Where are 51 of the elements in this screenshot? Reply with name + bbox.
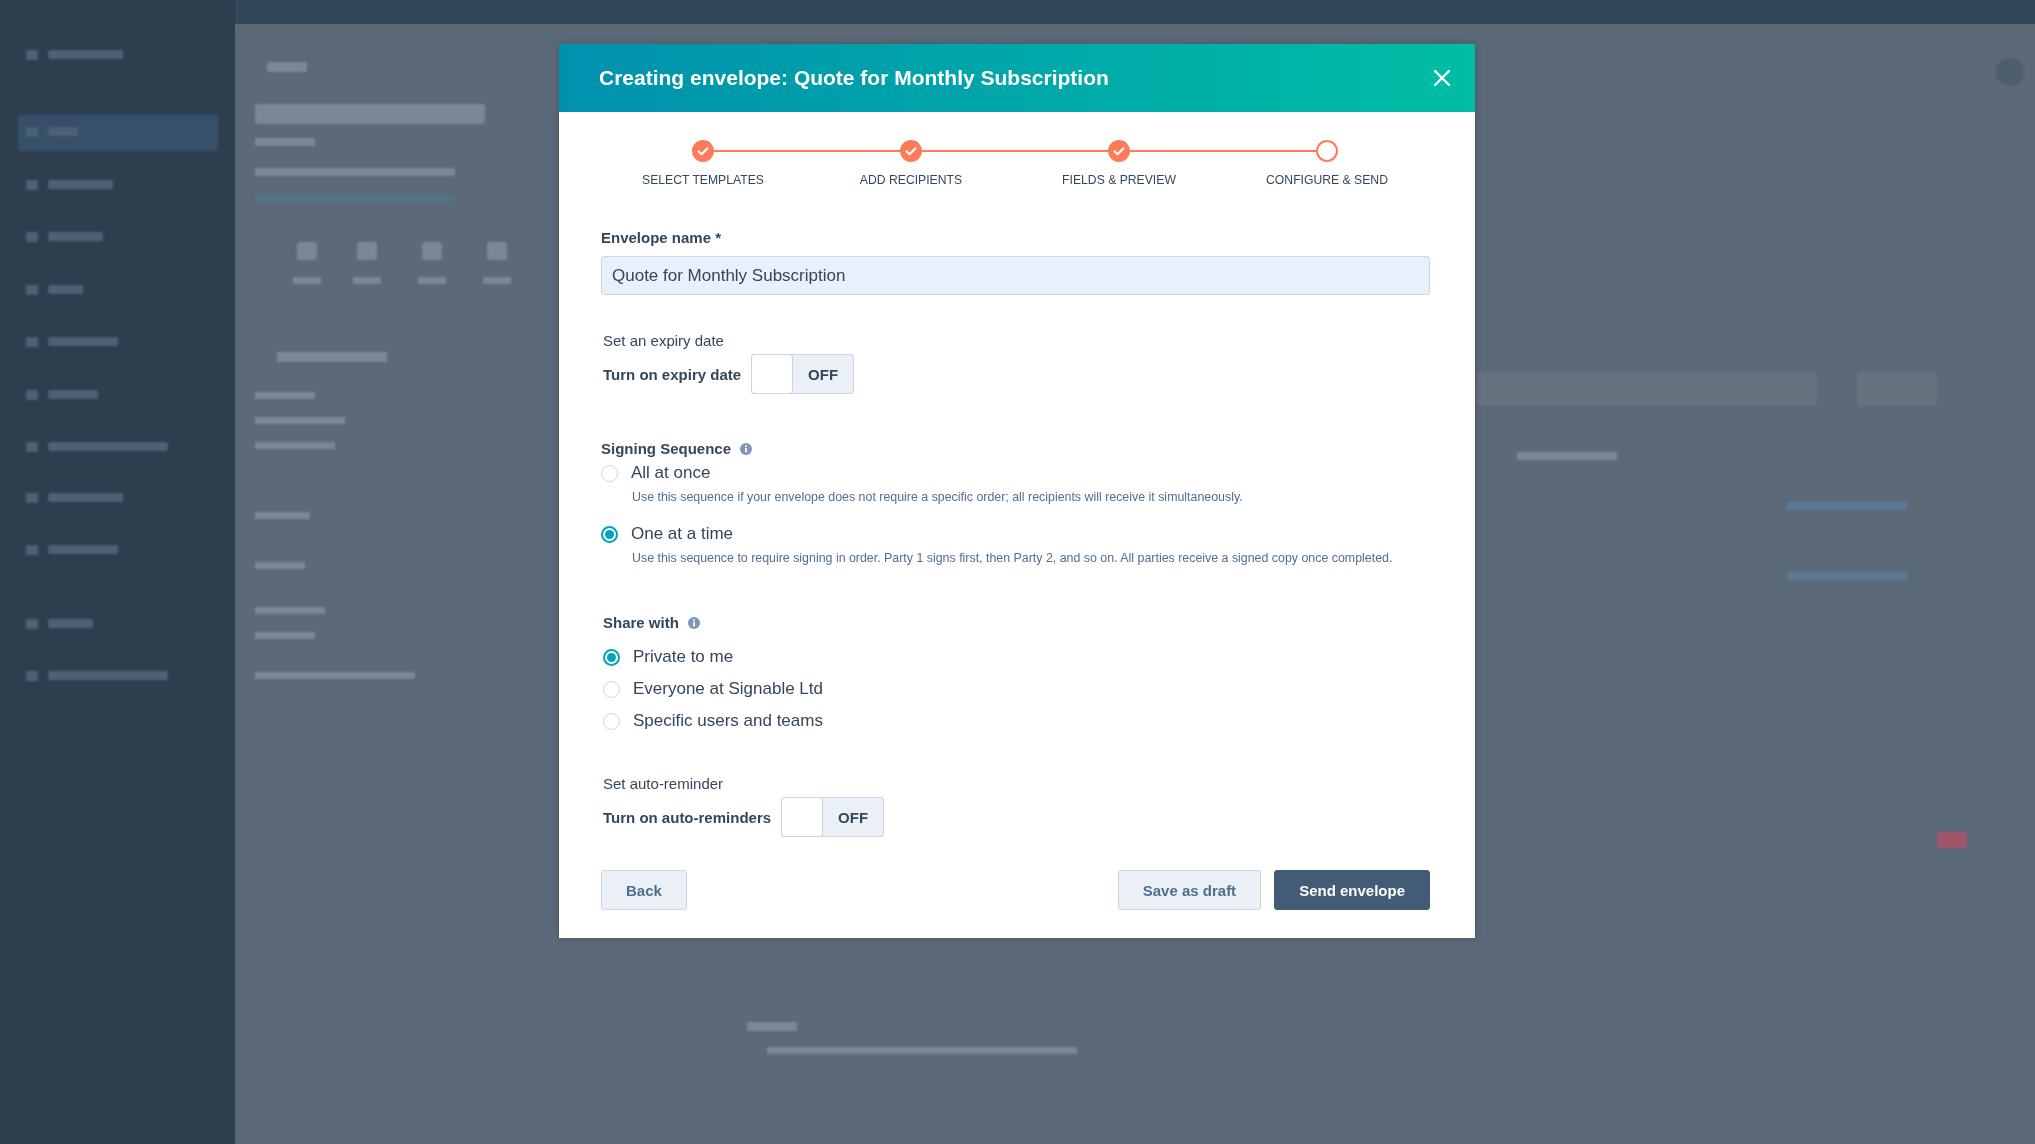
info-icon[interactable] xyxy=(687,616,700,629)
radio-button[interactable] xyxy=(603,680,620,698)
radio-button[interactable] xyxy=(601,525,618,543)
section-heading: Share with xyxy=(603,614,679,631)
section-heading: Signing Sequence xyxy=(601,440,732,457)
blurred-text xyxy=(747,1022,797,1031)
step-label: FIELDS & PREVIEW xyxy=(1062,173,1176,187)
blurred-icon xyxy=(297,242,317,260)
toggle-label: Turn on auto-reminders xyxy=(603,808,772,826)
blurred-text xyxy=(255,562,305,569)
action-button[interactable]: Send envelope xyxy=(1274,870,1430,910)
step-label: SELECT TEMPLATES xyxy=(642,173,764,187)
toggle-label: Turn on expiry date xyxy=(603,365,742,383)
option-label: Specific users and teams xyxy=(633,711,823,731)
blurred-badge xyxy=(1937,832,1967,848)
blurred-text xyxy=(483,277,511,284)
toggle-switch[interactable]: OFF xyxy=(781,797,885,837)
field-label: Envelope name * xyxy=(601,229,722,246)
action-button[interactable]: Back xyxy=(601,870,687,910)
blurred-icon xyxy=(487,242,507,260)
option-description: Use this sequence if your envelope does not require a specific order; all recipients will receive it simultaneously. xyxy=(632,490,1243,504)
blurred-text xyxy=(255,512,310,519)
blurred-text xyxy=(255,632,315,639)
option-label: Private to me xyxy=(633,647,734,667)
blurred-text xyxy=(255,138,315,146)
envelope-name-field[interactable]: Quote for Monthly Subscription xyxy=(601,256,1430,295)
info-icon[interactable] xyxy=(740,442,753,455)
dialog-title: Creating envelope: Quote for Monthly Subscription xyxy=(599,66,1109,90)
radio-button[interactable] xyxy=(601,464,618,482)
action-button[interactable]: Save as draft xyxy=(1117,870,1262,910)
radio-button[interactable] xyxy=(603,712,620,730)
radio-button[interactable] xyxy=(603,648,620,666)
blurred-text xyxy=(293,277,321,284)
blurred-icon xyxy=(357,242,377,260)
option-label: One at a time xyxy=(631,524,734,544)
blurred-icon xyxy=(422,242,442,260)
blurred-text xyxy=(255,392,315,399)
step-label: CONFIGURE & SEND xyxy=(1266,173,1388,187)
close-button[interactable] xyxy=(1433,69,1451,87)
blurred-text xyxy=(418,277,446,284)
close-icon xyxy=(1433,69,1451,87)
section-heading: Set an expiry date xyxy=(603,332,724,349)
toggle-switch[interactable]: OFF xyxy=(751,354,855,394)
blurred-text xyxy=(267,62,307,72)
option-label: All at once xyxy=(631,463,711,483)
option-description: Use this sequence to require signing in order. Party 1 signs first, then Party 2, and so on. All parties receive a signed copy once completed. xyxy=(632,551,1393,565)
option-label: Everyone at Signable Ltd xyxy=(633,679,823,699)
section-heading: Set auto-reminder xyxy=(603,775,724,792)
blurred-text xyxy=(353,277,381,284)
blurred-text xyxy=(255,607,325,614)
step-label: ADD RECIPIENTS xyxy=(859,173,963,187)
